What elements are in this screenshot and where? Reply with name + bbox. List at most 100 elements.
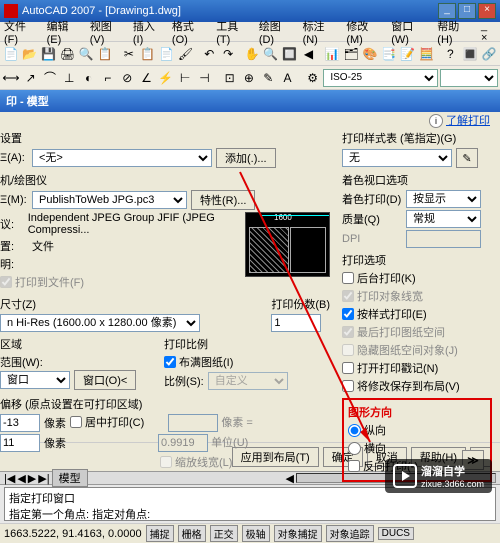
sheet-icon[interactable]: 📑 [380,45,398,63]
scale-combo[interactable] [440,69,498,87]
dim-ord-icon[interactable]: ⊥ [61,69,78,87]
style-table-select[interactable]: 无 [342,149,452,167]
dimedit-icon[interactable]: ✎ [260,69,277,87]
dim-base-icon[interactable]: ⊢ [177,69,194,87]
block-icon[interactable]: 🔳 [461,45,479,63]
dim-linear-icon[interactable]: ⟷ [2,69,20,87]
zoom-win-icon[interactable]: 🔲 [281,45,299,63]
zoom-prev-icon[interactable]: ◀ [300,45,318,63]
page-setup-select[interactable]: <无> [32,149,212,167]
menu-modify[interactable]: 修改(M) [346,18,383,46]
papersize-label: 尺寸(Z) [0,296,267,312]
match-icon[interactable]: 🖌 [177,45,195,63]
shade-plot-label: 着色打印(D) [342,191,402,207]
dimstyle-combo[interactable]: ISO-25 [323,69,438,87]
upside-check[interactable] [348,460,360,472]
offset-y-input[interactable] [0,434,40,452]
plot-area-select[interactable]: 窗口 [0,371,70,389]
props-icon[interactable]: 📊 [323,45,341,63]
snap-toggle[interactable]: 捕捉 [146,525,174,542]
dim-jog-icon[interactable]: ⌐ [99,69,116,87]
portrait-radio[interactable] [348,424,361,437]
dim-arc-icon[interactable]: ⌒ [41,69,58,87]
save-icon[interactable]: 💾 [40,45,58,63]
dim-cont-icon[interactable]: ⊣ [196,69,213,87]
fit-check[interactable] [164,356,176,368]
printer-name-label: Ξ(M): [0,194,28,206]
add-button[interactable]: 添加(.)... [216,148,276,168]
new-icon[interactable]: 📄 [2,45,20,63]
style-edit-button[interactable]: ✎ [456,148,478,168]
copies-input[interactable] [271,314,321,332]
menu-tools[interactable]: 工具(T) [216,18,251,46]
osnap-toggle[interactable]: 对象捕捉 [274,525,322,542]
markup-icon[interactable]: 📝 [399,45,417,63]
help-icon[interactable]: ? [441,45,459,63]
publish-icon[interactable]: 📋 [96,45,114,63]
menu-help[interactable]: 帮助(H) [437,18,473,46]
menu-view[interactable]: 视图(V) [90,18,125,46]
paper-preview: 1600 [245,212,330,277]
bg-check[interactable] [342,272,354,284]
ortho-toggle[interactable]: 正交 [210,525,238,542]
menu-dim[interactable]: 标注(N) [303,18,339,46]
polar-toggle[interactable]: 极轴 [242,525,270,542]
dim-quick-icon[interactable]: ⚡ [157,69,174,87]
quality-select[interactable]: 常规 [406,210,481,228]
printer-select[interactable]: PublishToWeb JPG.pc3 [32,191,187,209]
center-icon[interactable]: ⊕ [240,69,257,87]
print-icon[interactable]: 🖨 [59,45,77,63]
plotter-value: Independent JPEG Group JFIF (JPEG Compre… [28,212,241,236]
otrack-toggle[interactable]: 对象追踪 [326,525,374,542]
paste-icon[interactable]: 📄 [158,45,176,63]
name-label: Ξ(A): [0,152,28,164]
scale-select[interactable]: 自定义 [208,372,288,390]
window-button[interactable]: 窗口(O)< [74,370,136,390]
landscape-radio[interactable] [348,442,361,455]
pan-icon[interactable]: ✋ [243,45,261,63]
quality-label: 质量(Q) [342,211,402,227]
dim-dia-icon[interactable]: ⊘ [119,69,136,87]
cut-icon[interactable]: ✂ [120,45,138,63]
close-button[interactable]: × [478,3,496,19]
stamp-check[interactable] [342,362,354,374]
preview-icon[interactable]: 🔍 [77,45,95,63]
menu-insert[interactable]: 插入(I) [133,18,164,46]
xref-icon[interactable]: 🔗 [480,45,498,63]
dim-aligned-icon[interactable]: ↗ [22,69,39,87]
app-title: AutoCAD 2007 - [Drawing1.dwg] [22,5,436,17]
dim-rad-icon[interactable]: ◐ [80,69,97,87]
shade-select[interactable]: 按显示 [406,190,481,208]
offset-label: 偏移 (原点设置在可打印区域) [0,396,330,412]
save-check[interactable] [342,380,354,392]
printer-props-button[interactable]: 特性(R)... [191,190,255,210]
papersize-select[interactable]: n Hi-Res (1600.00 x 1280.00 像素) [0,314,200,332]
redo-icon[interactable]: ↷ [219,45,237,63]
menu-draw[interactable]: 绘图(D) [259,18,295,46]
menu-edit[interactable]: 编辑(E) [47,18,82,46]
coords: 1663.5222, 91.4163, 0.0000 [4,528,142,540]
copy-icon[interactable]: 📋 [139,45,157,63]
zoom-icon[interactable]: 🔍 [262,45,280,63]
orient-label: 图形方向 [348,404,486,420]
styles-check[interactable] [342,308,354,320]
desc-label: 明: [0,256,28,272]
open-icon[interactable]: 📂 [21,45,39,63]
plot-dialog-title: 印 - 模型 [0,90,500,112]
offset-x-input[interactable] [0,414,40,432]
dimstyle-icon[interactable]: ⚙ [304,69,321,87]
standard-toolbar: 📄 📂 💾 🖨 🔍 📋 ✂ 📋 📄 🖌 ↶ ↷ ✋ 🔍 🔲 ◀ 📊 🗂 🎨 📑 … [0,42,500,66]
menu-format[interactable]: 格式(O) [172,18,208,46]
menu-file[interactable]: 文件(F) [4,18,39,46]
dcenter-icon[interactable]: 🗂 [342,45,360,63]
tool-pal-icon[interactable]: 🎨 [361,45,379,63]
dim-ang-icon[interactable]: ∠ [138,69,155,87]
calc-icon[interactable]: 🧮 [418,45,436,63]
undo-icon[interactable]: ↶ [200,45,218,63]
menu-window[interactable]: 窗口(W) [391,18,429,46]
dimtedit-icon[interactable]: A [279,69,296,87]
center-check[interactable] [70,416,82,428]
grid-toggle[interactable]: 栅格 [178,525,206,542]
tol-icon[interactable]: ⊡ [221,69,238,87]
ducs-toggle[interactable]: DUCS [378,527,414,540]
